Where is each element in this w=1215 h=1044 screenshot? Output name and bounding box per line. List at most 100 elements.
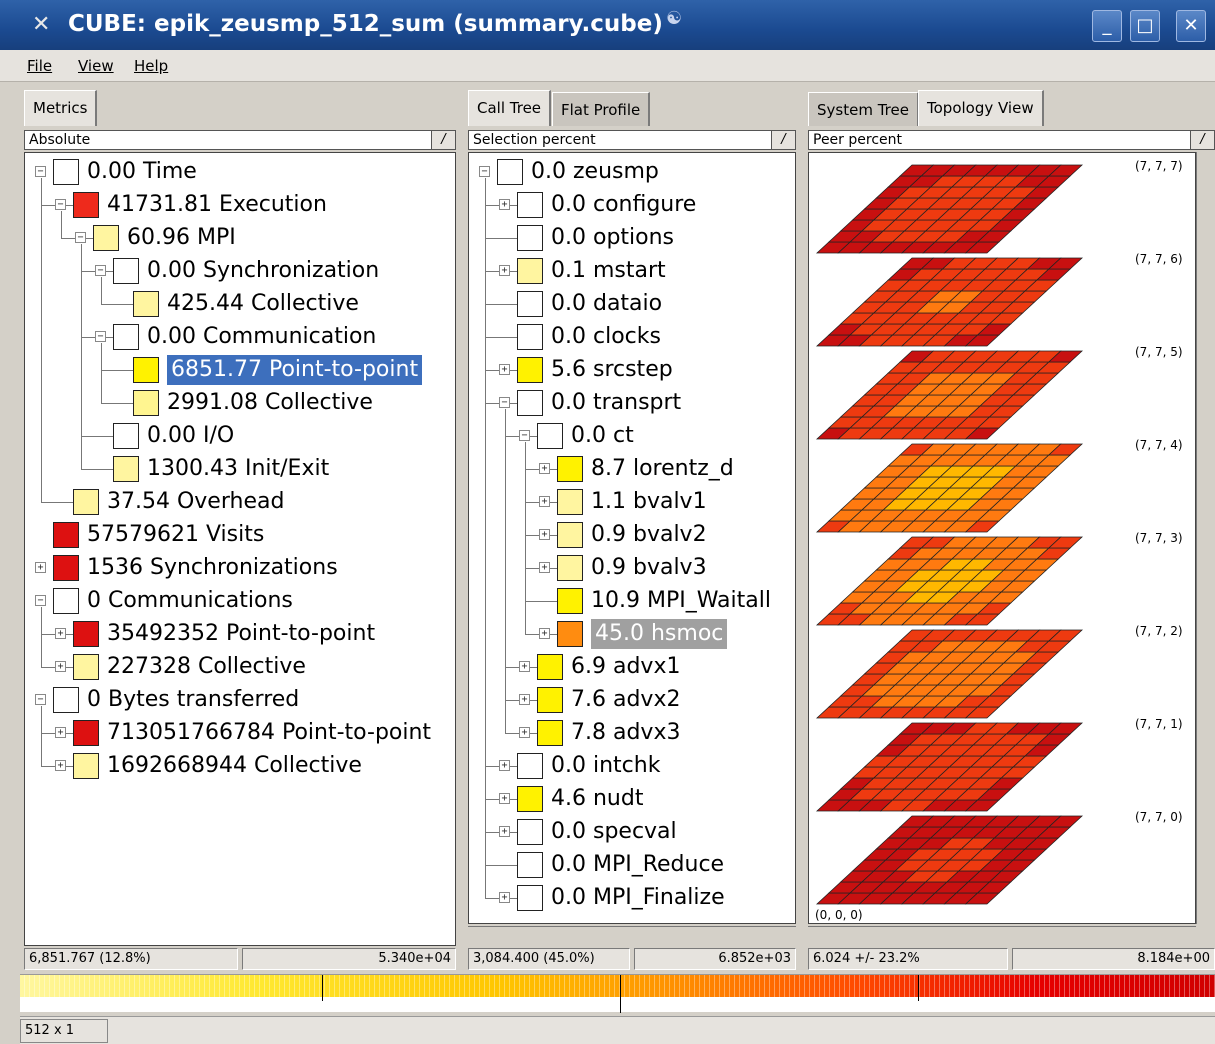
collapse-icon[interactable]: − <box>35 166 46 177</box>
tree-row[interactable]: 6851.77 Point-to-point <box>25 355 455 385</box>
tree-row[interactable]: − 0 Communications <box>25 586 455 616</box>
dropdown-icon[interactable]: / <box>431 131 455 149</box>
tree-row[interactable]: − 0.00 Time <box>25 157 455 187</box>
tree-row[interactable]: +1692668944 Collective <box>25 751 455 781</box>
metrics-mode-select[interactable]: Absolute / <box>24 130 456 150</box>
tree-row[interactable]: +0.9 bvalv3 <box>469 553 795 583</box>
expand-icon[interactable]: + <box>499 199 510 210</box>
topology-canvas[interactable]: (7, 7, 7) (7, 7, 6) (7, 7, 5) (7, 7, 4) (7, … <box>809 153 1195 923</box>
tree-row[interactable]: +227328 Collective <box>25 652 455 682</box>
menu-help[interactable]: Help <box>134 57 168 75</box>
expand-icon[interactable]: + <box>539 496 550 507</box>
tree-row[interactable]: 0.0 dataio <box>469 289 795 319</box>
collapse-icon[interactable]: − <box>519 430 530 441</box>
tree-row[interactable]: +45.0 hsmoc <box>469 619 795 649</box>
expand-icon[interactable]: + <box>499 760 510 771</box>
tree-row[interactable]: +7.6 advx2 <box>469 685 795 715</box>
tree-row[interactable]: − 0.0 ct <box>469 421 795 451</box>
severity-swatch <box>557 555 583 581</box>
tree-row[interactable]: +6.9 advx1 <box>469 652 795 682</box>
expand-icon[interactable]: + <box>519 694 530 705</box>
tree-row[interactable]: +0.9 bvalv2 <box>469 520 795 550</box>
system-mode-select[interactable]: Peer percent / <box>808 130 1215 150</box>
tree-row[interactable]: 37.54 Overhead <box>25 487 455 517</box>
tree-row[interactable]: +713051766784 Point-to-point <box>25 718 455 748</box>
calltree-mode-select[interactable]: Selection percent / <box>468 130 796 150</box>
tree-row[interactable]: +5.6 srcstep <box>469 355 795 385</box>
tree-row[interactable]: − 60.96 MPI <box>25 223 455 253</box>
expand-icon[interactable]: + <box>55 628 66 639</box>
tree-row[interactable]: +35492352 Point-to-point <box>25 619 455 649</box>
tree-row[interactable]: 2991.08 Collective <box>25 388 455 418</box>
menu-file[interactable]: File <box>27 57 52 75</box>
tree-row[interactable]: 57579621 Visits <box>25 520 455 550</box>
expand-icon[interactable]: + <box>499 826 510 837</box>
expand-icon[interactable]: + <box>55 661 66 672</box>
menu-view[interactable]: View <box>78 57 114 75</box>
tab-metrics[interactable]: Metrics <box>24 90 98 126</box>
collapse-icon[interactable]: − <box>35 595 46 606</box>
dropdown-icon[interactable]: / <box>771 131 795 149</box>
tab-system-tree[interactable]: System Tree <box>808 92 919 126</box>
collapse-icon[interactable]: − <box>35 694 46 705</box>
tab-topology-view[interactable]: Topology View <box>918 90 1044 126</box>
tree-row[interactable]: +0.1 mstart <box>469 256 795 286</box>
tree-row[interactable]: +1536 Synchronizations <box>25 553 455 583</box>
collapse-icon[interactable]: − <box>55 199 66 210</box>
collapse-icon[interactable]: − <box>95 265 106 276</box>
tree-row[interactable]: 0.00 I/O <box>25 421 455 451</box>
minimize-button[interactable]: _ <box>1092 10 1122 42</box>
tree-row[interactable]: 0.0 MPI_Reduce <box>469 850 795 880</box>
expand-icon[interactable]: + <box>499 265 510 276</box>
tree-row[interactable]: − 0.00 Synchronization <box>25 256 455 286</box>
topology-view[interactable]: (7, 7, 7) (7, 7, 6) (7, 7, 5) (7, 7, 4) (7, … <box>808 152 1196 924</box>
calltree-horizontal-scrollbar[interactable] <box>468 926 796 944</box>
expand-icon[interactable]: + <box>55 727 66 738</box>
tab-call-tree[interactable]: Call Tree <box>468 90 552 126</box>
tree-row[interactable]: 10.9 MPI_Waitall <box>469 586 795 616</box>
x11-app-icon[interactable]: ✕ <box>32 12 50 37</box>
dropdown-icon[interactable]: / <box>1190 131 1214 149</box>
expand-icon[interactable]: + <box>519 727 530 738</box>
tree-row[interactable]: +7.8 advx3 <box>469 718 795 748</box>
tree-row[interactable]: 0.0 clocks <box>469 322 795 352</box>
tree-row[interactable]: +0.0 MPI_Finalize <box>469 883 795 913</box>
tree-row[interactable]: +8.7 lorentz_d <box>469 454 795 484</box>
severity-swatch <box>73 192 99 218</box>
tree-row[interactable]: +1.1 bvalv1 <box>469 487 795 517</box>
metrics-tree[interactable]: −0.00 Time −41731.81 Execution −60.96 MPI −… <box>24 152 456 946</box>
expand-icon[interactable]: + <box>35 562 46 573</box>
call-tree[interactable]: − 0.0 zeusmp +0.0 configure 0.0 options +0.1… <box>468 152 796 924</box>
maximize-button[interactable]: □ <box>1130 10 1160 42</box>
close-button[interactable]: ✕ <box>1176 10 1206 42</box>
collapse-icon[interactable]: − <box>95 331 106 342</box>
expand-icon[interactable]: + <box>539 463 550 474</box>
tree-row[interactable]: 425.44 Collective <box>25 289 455 319</box>
tree-row[interactable]: +0.0 configure <box>469 190 795 220</box>
expand-icon[interactable]: + <box>499 892 510 903</box>
expand-icon[interactable]: + <box>539 628 550 639</box>
collapse-icon[interactable]: − <box>499 397 510 408</box>
expand-icon[interactable]: + <box>539 562 550 573</box>
tree-row[interactable]: +0.0 intchk <box>469 751 795 781</box>
tab-flat-profile[interactable]: Flat Profile <box>552 92 651 126</box>
expand-icon[interactable]: + <box>519 661 530 672</box>
tree-row[interactable]: − 0.0 transprt <box>469 388 795 418</box>
expand-icon[interactable]: + <box>539 529 550 540</box>
collapse-icon[interactable]: − <box>75 232 86 243</box>
system-horizontal-scrollbar[interactable] <box>808 926 1196 944</box>
tree-row[interactable]: − 0.00 Communication <box>25 322 455 352</box>
tree-row[interactable]: − 41731.81 Execution <box>25 190 455 220</box>
expand-icon[interactable]: + <box>55 760 66 771</box>
expand-icon[interactable]: + <box>499 793 510 804</box>
tree-row[interactable]: − 0 Bytes transferred <box>25 685 455 715</box>
tree-row[interactable]: 0.0 options <box>469 223 795 253</box>
title-bar: ✕ CUBE: epik_zeusmp_512_sum (summary.cub… <box>0 0 1215 50</box>
system-vertical-scrollbar[interactable] <box>1196 152 1215 924</box>
tree-row[interactable]: +4.6 nudt <box>469 784 795 814</box>
tree-row[interactable]: 1300.43 Init/Exit <box>25 454 455 484</box>
collapse-icon[interactable]: − <box>479 166 490 177</box>
tree-row[interactable]: − 0.0 zeusmp <box>469 157 795 187</box>
tree-row[interactable]: +0.0 specval <box>469 817 795 847</box>
expand-icon[interactable]: + <box>499 364 510 375</box>
